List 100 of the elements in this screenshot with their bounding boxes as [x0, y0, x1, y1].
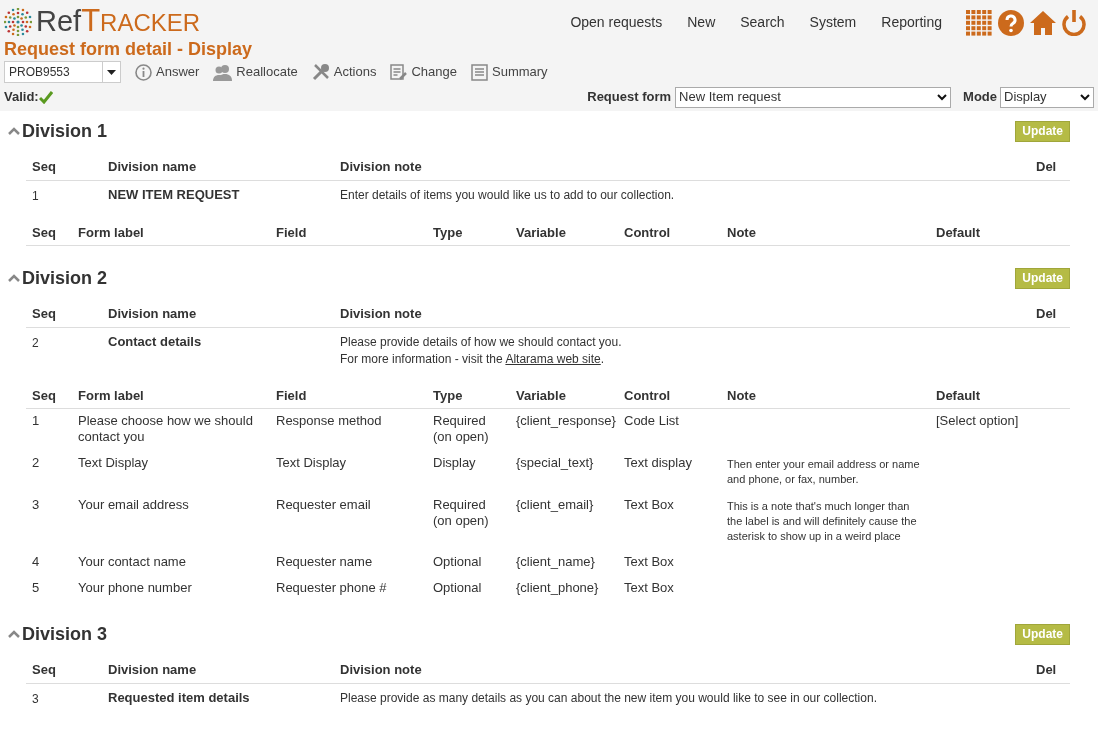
column-header: Seq [32, 386, 57, 405]
column-header: Division name [108, 661, 198, 679]
table-cell-text: Text Display [78, 455, 150, 471]
mode-select[interactable]: Display [1000, 86, 1094, 108]
table-cell-text: Response method [276, 413, 383, 429]
chevron-down-icon [1080, 93, 1090, 101]
page-title: Request form detail - Display [4, 39, 254, 59]
table-cell-text: {client_phone} [516, 580, 600, 596]
column-header: Default [936, 386, 982, 405]
column-header: Type [433, 223, 464, 242]
column-header: Control [624, 223, 672, 242]
request-form-label: Request form [587, 88, 672, 107]
table-cell-text: [Select option] [936, 413, 1020, 429]
division-title: Division 1 [22, 119, 108, 143]
table-cell-text: Optional [433, 554, 483, 570]
table-cell-text: Text Box [624, 554, 675, 570]
table-cell-text: 3 [32, 497, 41, 513]
table-cell-text: 2 [32, 455, 41, 471]
table-cell-text: {client_name} [516, 554, 596, 570]
info-icon [135, 63, 152, 81]
table-cell-text: Requester name [276, 554, 374, 570]
column-header: Seq [32, 223, 57, 242]
nav-link[interactable]: System [809, 12, 857, 33]
table-cell-text: Your email address [78, 497, 190, 513]
table-cell-text: Display [433, 455, 477, 471]
column-header: Type [433, 386, 464, 405]
logo-icon [4, 8, 32, 36]
toolbar-button[interactable]: Change [390, 62, 457, 82]
toolbar-button[interactable]: Actions [311, 62, 377, 82]
column-header: Form label [78, 386, 145, 405]
edit-document-icon [390, 63, 408, 81]
table-cell-text: Please choose how we should contact you [78, 413, 254, 445]
table-cell-text: Text Box [624, 497, 675, 513]
column-header: Del [1036, 305, 1058, 323]
toolbar-button[interactable]: Summary [471, 62, 548, 82]
web-site-link[interactable]: Altarama web site [505, 351, 601, 366]
note-text: Please provide details of how we should contact you. [340, 333, 623, 351]
division-title: Division 2 [22, 266, 108, 290]
nav-link[interactable]: Open requests [570, 12, 663, 33]
help-icon[interactable] [998, 10, 1024, 36]
column-header: Del [1036, 661, 1058, 679]
app-logo-text: RefTRACKER [36, 6, 201, 38]
table-cell-text: Requester phone # [276, 580, 388, 596]
table-cell-text: Your contact name [78, 554, 187, 570]
column-header: Variable [516, 223, 567, 242]
table-cell-text: 1 [32, 187, 40, 205]
toolbar-button[interactable]: Answer [135, 62, 200, 82]
note-text: Then enter your email address or name and phone, or fax, number. [727, 457, 921, 487]
table-cell-text: Required (on open) [433, 413, 490, 445]
table-cell-text: 4 [32, 554, 41, 570]
request-form-select[interactable]: New Item request [675, 86, 952, 108]
division-title: Division 3 [22, 622, 108, 646]
summary-document-icon [471, 63, 488, 81]
column-header: Seq [32, 305, 57, 323]
collapse-caret-icon[interactable] [8, 127, 20, 135]
chevron-down-icon [937, 93, 948, 101]
column-header: Note [727, 223, 757, 242]
column-header: Seq [32, 158, 57, 176]
table-cell-text: Requester email [276, 497, 372, 513]
tools-icon [311, 63, 330, 81]
table-cell-text: Required (on open) [433, 497, 490, 529]
table-cell-text: Text Box [624, 580, 675, 596]
home-icon[interactable] [1030, 11, 1056, 35]
nav-link[interactable]: Reporting [881, 12, 942, 33]
note-text: For more information - visit the Altarama web site. [340, 350, 606, 368]
column-header: Division note [340, 158, 423, 176]
nav-link[interactable]: Search [740, 12, 785, 33]
toolbar-button[interactable]: Reallocate [213, 62, 298, 82]
table-cell-text: Optional [433, 580, 483, 596]
column-header: Default [936, 223, 982, 242]
column-header: Field [276, 223, 308, 242]
column-header: Seq [32, 661, 57, 679]
people-icon [213, 63, 233, 81]
collapse-caret-icon[interactable] [8, 274, 20, 282]
column-header: Control [624, 386, 672, 405]
valid-label: Valid: [4, 88, 39, 107]
power-icon[interactable] [1062, 10, 1086, 36]
table-cell-text: Your phone number [78, 580, 193, 596]
division-name: NEW ITEM REQUEST [108, 185, 241, 204]
nav-link[interactable]: New [687, 12, 716, 33]
table-cell-text: {client_response} [516, 413, 617, 429]
note-text: Please provide as many details as you can about the new item you would like to see in our collection. [340, 689, 878, 707]
column-header: Form label [78, 223, 145, 242]
table-cell-text: 3 [32, 690, 40, 708]
collapse-caret-icon[interactable] [8, 630, 20, 638]
table-cell-text: 5 [32, 580, 41, 596]
note-text: Enter details of items you would like us to add to our collection. [340, 186, 676, 204]
column-header: Note [727, 386, 757, 405]
column-header: Division note [340, 661, 423, 679]
division-name: Contact details [108, 332, 203, 351]
column-header: Field [276, 386, 308, 405]
apps-grid-icon[interactable] [966, 10, 992, 36]
column-header: Division note [340, 305, 423, 323]
division-name: Requested item details [108, 688, 251, 707]
caret-down-icon [107, 69, 116, 75]
table-cell-text: 2 [32, 334, 40, 352]
table-cell-text: 1 [32, 413, 41, 429]
request-select[interactable]: PROB9553 [4, 61, 121, 83]
note-text: This is a note that's much longer than the label is and will definitely cause the asterisk to show up in a weird place [727, 499, 918, 544]
table-cell-text: Code List [624, 413, 680, 429]
